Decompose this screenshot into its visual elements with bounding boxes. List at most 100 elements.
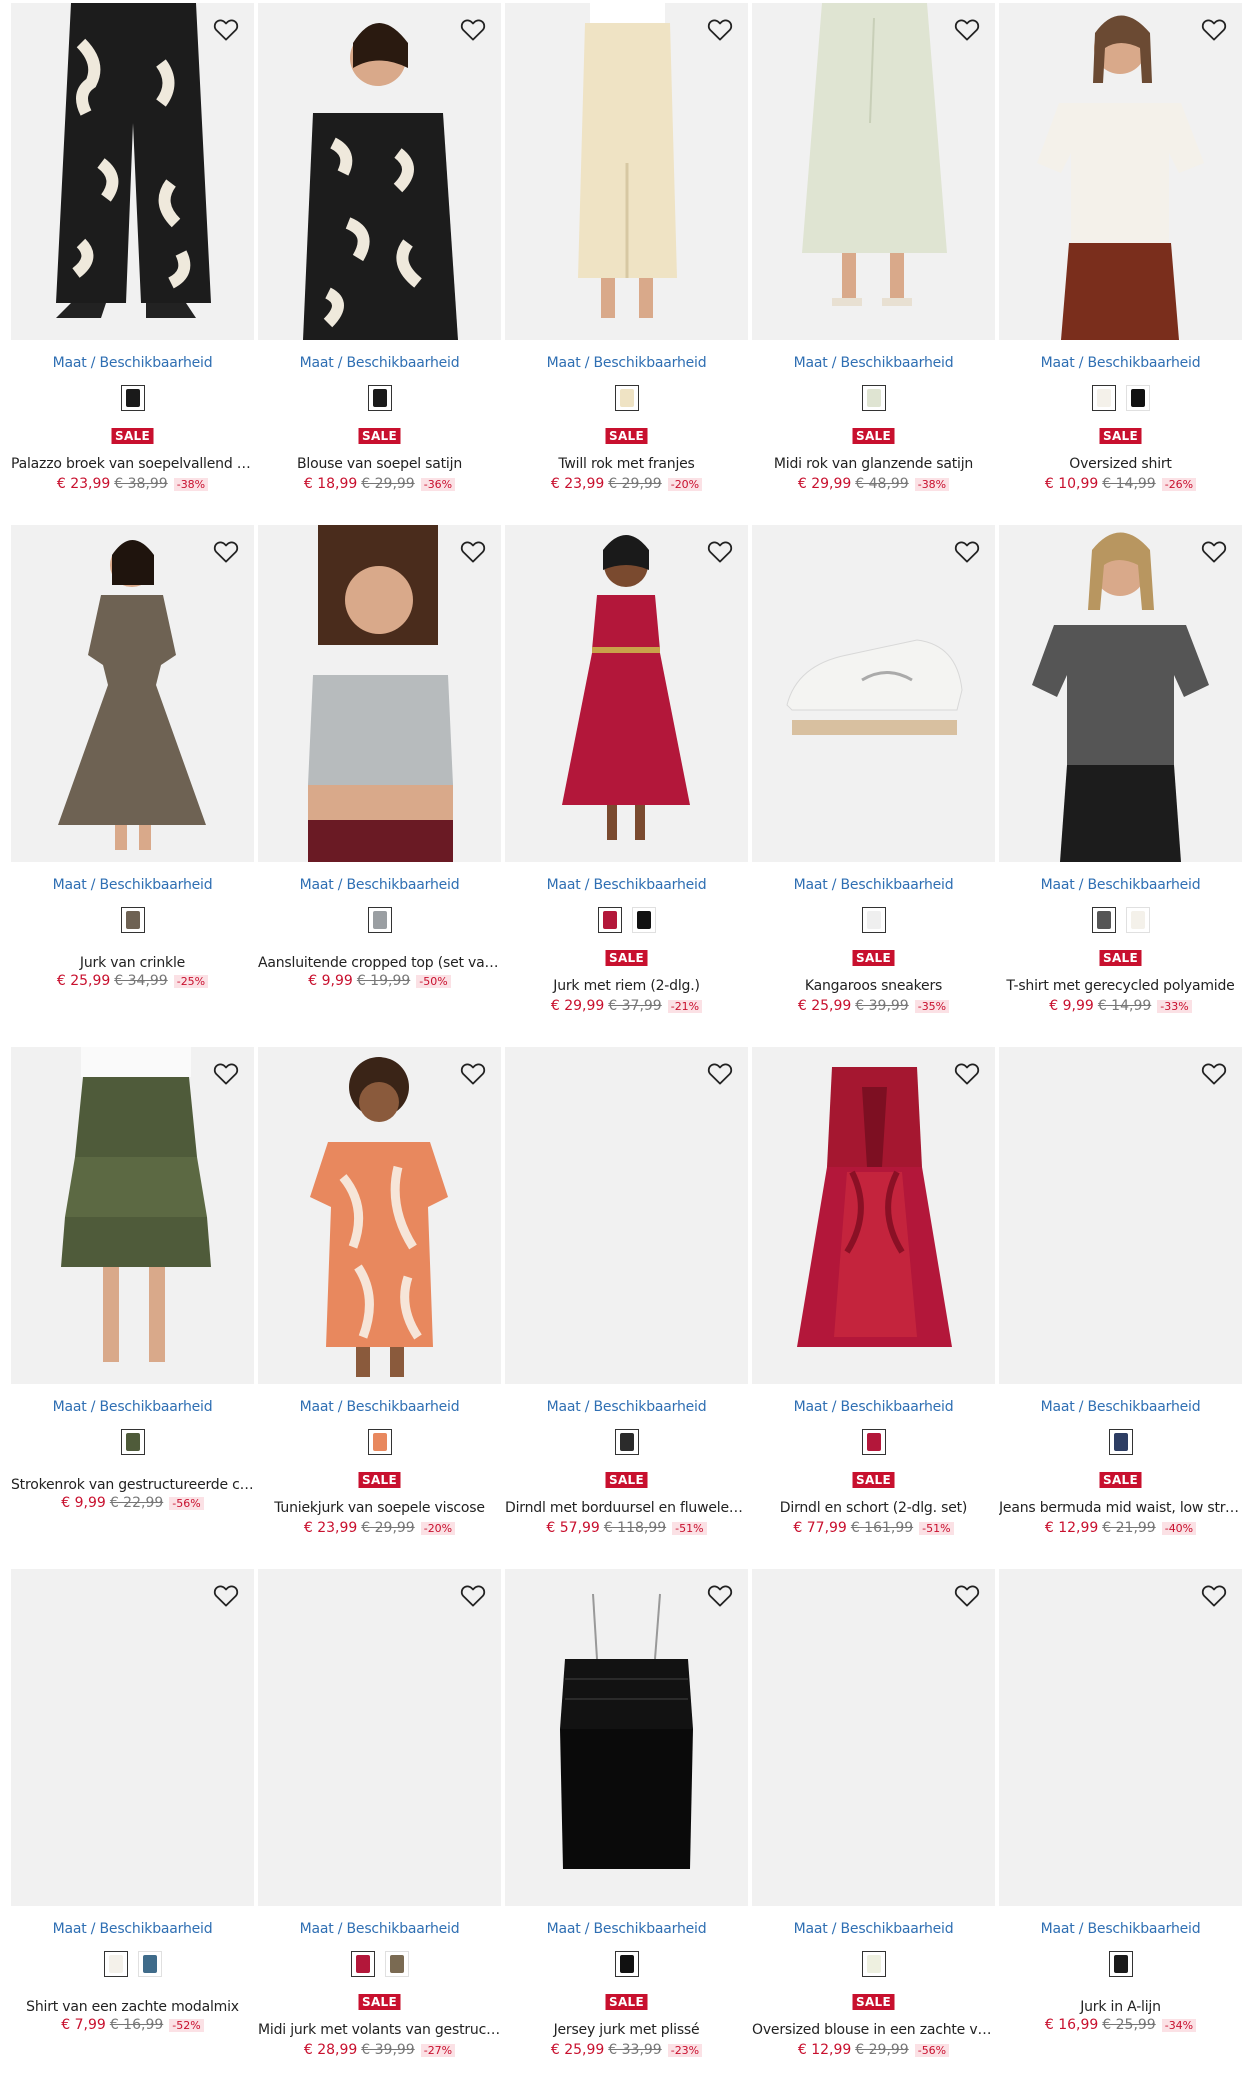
product-card[interactable]: Maat / Beschikbaarheid SALE Blouse van soe… [258,3,501,503]
size-availability-link[interactable]: Maat / Beschikbaarheid [11,1921,254,1937]
size-availability-link[interactable]: Maat / Beschikbaarheid [258,877,501,893]
size-availability-link[interactable]: Maat / Beschikbaarheid [752,355,995,371]
product-card[interactable]: Maat / Beschikbaarheid SALE Oversized blou… [752,1569,995,2069]
product-title[interactable]: Strokenrok van gestructureerde cr… [11,1477,254,1493]
product-title[interactable]: Jurk met riem (2-dlg.) [505,978,748,994]
product-image[interactable] [752,525,995,862]
product-title[interactable]: Dirndl en schort (2-dlg. set) [752,1500,995,1516]
wishlist-heart-icon[interactable] [210,1057,242,1089]
product-title[interactable]: Jeans bermuda mid waist, low stretch [999,1500,1242,1516]
color-swatch[interactable] [350,1951,375,1977]
product-card[interactable]: Maat / Beschikbaarheid SALE Jurk met riem … [505,525,748,1025]
product-image[interactable] [752,3,995,340]
color-swatch[interactable] [1091,907,1116,933]
product-image[interactable] [999,3,1242,340]
product-title[interactable]: Kangaroos sneakers [752,978,995,994]
product-image[interactable] [505,3,748,340]
product-title[interactable]: Jurk in A-lijn [999,1999,1242,2015]
product-card[interactable]: Maat / Beschikbaarheid SALE Dirndl en scho… [752,1047,995,1547]
product-card[interactable]: Maat / Beschikbaarheid Aansluitende cropp… [258,525,501,1025]
wishlist-heart-icon[interactable] [1198,535,1230,567]
product-image[interactable] [258,3,501,340]
size-availability-link[interactable]: Maat / Beschikbaarheid [258,1399,501,1415]
product-image[interactable] [752,1047,995,1384]
color-swatch[interactable] [103,1951,128,1977]
wishlist-heart-icon[interactable] [951,1057,983,1089]
product-image[interactable] [11,3,254,340]
color-swatch[interactable] [120,907,145,933]
product-image[interactable] [258,1047,501,1384]
product-image[interactable] [11,525,254,862]
wishlist-heart-icon[interactable] [210,535,242,567]
color-swatch[interactable] [597,907,622,933]
product-card[interactable]: Maat / Beschikbaarheid SALE Kangaroos snea… [752,525,995,1025]
product-image[interactable] [11,1569,254,1906]
color-swatch[interactable] [614,1951,639,1977]
product-image[interactable] [258,1569,501,1906]
wishlist-heart-icon[interactable] [704,1579,736,1611]
product-card[interactable]: Maat / Beschikbaarheid SALE Dirndl met bor… [505,1047,748,1547]
product-title[interactable]: Midi jurk met volants van gestructu… [258,2022,501,2038]
size-availability-link[interactable]: Maat / Beschikbaarheid [11,877,254,893]
product-card[interactable]: Maat / Beschikbaarheid Strokenrok van ges… [11,1047,254,1547]
wishlist-heart-icon[interactable] [704,535,736,567]
color-swatch[interactable] [1108,1429,1133,1455]
wishlist-heart-icon[interactable] [457,13,489,45]
product-title[interactable]: Twill rok met franjes [505,456,748,472]
size-availability-link[interactable]: Maat / Beschikbaarheid [11,1399,254,1415]
product-title[interactable]: Oversized shirt [999,456,1242,472]
wishlist-heart-icon[interactable] [210,13,242,45]
color-swatch[interactable] [137,1951,162,1977]
product-card[interactable]: Maat / Beschikbaarheid SALE T-shirt met ge… [999,525,1242,1025]
size-availability-link[interactable]: Maat / Beschikbaarheid [505,1399,748,1415]
product-title[interactable]: Jurk van crinkle [11,955,254,971]
product-image[interactable] [752,1569,995,1906]
product-image[interactable] [11,1047,254,1384]
wishlist-heart-icon[interactable] [704,13,736,45]
product-title[interactable]: T-shirt met gerecycled polyamide [999,978,1242,994]
color-swatch[interactable] [367,907,392,933]
product-image[interactable] [505,1569,748,1906]
color-swatch[interactable] [861,907,886,933]
product-title[interactable]: Tuniekjurk van soepele viscose [258,1500,501,1516]
color-swatch[interactable] [120,1429,145,1455]
size-availability-link[interactable]: Maat / Beschikbaarheid [999,355,1242,371]
product-title[interactable]: Shirt van een zachte modalmix [11,1999,254,2015]
product-card[interactable]: Maat / Beschikbaarheid SALE Jeans bermuda … [999,1047,1242,1547]
size-availability-link[interactable]: Maat / Beschikbaarheid [505,877,748,893]
size-availability-link[interactable]: Maat / Beschikbaarheid [505,1921,748,1937]
product-image[interactable] [999,1569,1242,1906]
product-card[interactable]: Maat / Beschikbaarheid Jurk van crinkle € … [11,525,254,1025]
product-title[interactable]: Oversized blouse in een zachte visc… [752,2022,995,2038]
wishlist-heart-icon[interactable] [704,1057,736,1089]
wishlist-heart-icon[interactable] [457,1057,489,1089]
size-availability-link[interactable]: Maat / Beschikbaarheid [258,355,501,371]
product-card[interactable]: Maat / Beschikbaarheid SALE Twill rok met … [505,3,748,503]
product-image[interactable] [999,1047,1242,1384]
size-availability-link[interactable]: Maat / Beschikbaarheid [258,1921,501,1937]
color-swatch[interactable] [861,1951,886,1977]
product-card[interactable]: Maat / Beschikbaarheid SALE Palazzo broek … [11,3,254,503]
wishlist-heart-icon[interactable] [210,1579,242,1611]
wishlist-heart-icon[interactable] [457,535,489,567]
product-card[interactable]: Maat / Beschikbaarheid SALE Midi rok van g… [752,3,995,503]
size-availability-link[interactable]: Maat / Beschikbaarheid [999,1399,1242,1415]
color-swatch[interactable] [614,385,639,411]
wishlist-heart-icon[interactable] [951,535,983,567]
size-availability-link[interactable]: Maat / Beschikbaarheid [999,1921,1242,1937]
product-card[interactable]: Maat / Beschikbaarheid SALE Tuniekjurk van… [258,1047,501,1547]
color-swatch[interactable] [367,1429,392,1455]
wishlist-heart-icon[interactable] [1198,1579,1230,1611]
product-card[interactable]: Maat / Beschikbaarheid SALE Jersey jurk me… [505,1569,748,2069]
size-availability-link[interactable]: Maat / Beschikbaarheid [752,1921,995,1937]
color-swatch[interactable] [614,1429,639,1455]
product-image[interactable] [505,525,748,862]
wishlist-heart-icon[interactable] [1198,1057,1230,1089]
product-card[interactable]: Maat / Beschikbaarheid SALE Midi jurk met … [258,1569,501,2069]
color-swatch[interactable] [1091,385,1116,411]
color-swatch[interactable] [861,1429,886,1455]
product-image[interactable] [258,525,501,862]
product-title[interactable]: Dirndl met borduursel en fluwelen … [505,1500,748,1516]
wishlist-heart-icon[interactable] [951,1579,983,1611]
color-swatch[interactable] [861,385,886,411]
